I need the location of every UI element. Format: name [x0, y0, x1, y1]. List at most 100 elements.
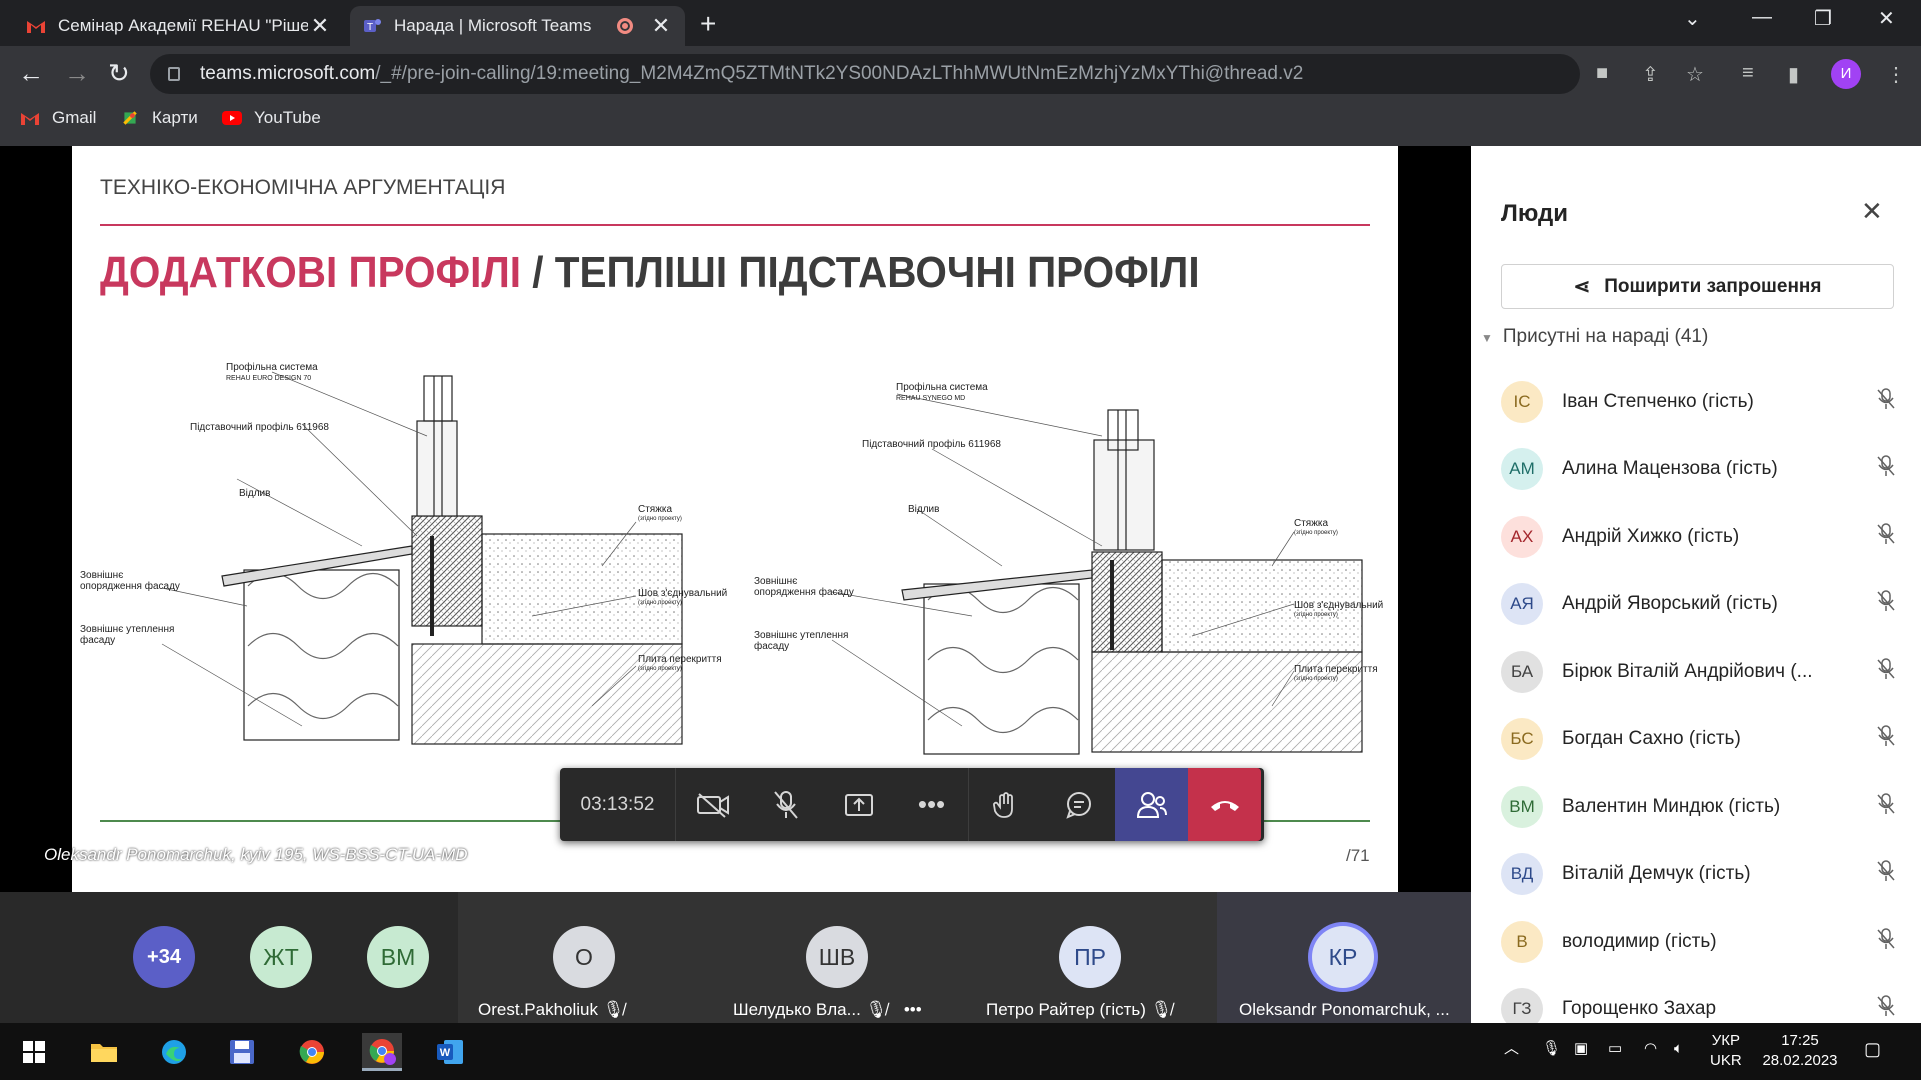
windows-taskbar: W ︿ 🎙︎ ▣ ▭ ◠ 🔈︎ УКР UKR 17:25 28.02.2023 ▢ — [0, 1023, 1921, 1080]
avatar[interactable]: ВМ — [367, 926, 429, 988]
tab-teams-meeting[interactable]: T Нарада | Microsoft Teams ✕ — [350, 6, 685, 46]
word-button[interactable]: W — [430, 1033, 470, 1071]
mic-off-button[interactable] — [749, 768, 822, 841]
start-button[interactable] — [14, 1033, 54, 1071]
label-profile-sub: REHAU EURO DESIGN 70 — [226, 375, 312, 382]
avatar: ПР — [1059, 926, 1121, 988]
chrome-button[interactable] — [292, 1033, 332, 1071]
mic-off-icon — [1871, 523, 1901, 551]
language-indicator[interactable]: УКР UKR — [1710, 1031, 1742, 1071]
mic-off-icon — [1871, 793, 1901, 821]
notifications-icon[interactable]: ▢ — [1864, 1039, 1881, 1059]
mic-off-icon — [1871, 658, 1901, 686]
list-item[interactable]: БС Богдан Сахно (гість) — [1501, 706, 1901, 774]
share-invite-label: Поширити запрошення — [1604, 275, 1822, 297]
label-screed: Стяжка — [1294, 518, 1329, 529]
list-item[interactable]: ВД Віталій Демчук (гість) — [1501, 841, 1901, 909]
list-item[interactable]: АМ Алина Мацензова (гість) — [1501, 436, 1901, 504]
edge-button[interactable] — [154, 1033, 194, 1071]
share-screen-button[interactable] — [822, 768, 895, 841]
people-button[interactable] — [1115, 768, 1188, 841]
save-app-button[interactable] — [222, 1033, 262, 1071]
panel-title: Люди — [1501, 200, 1569, 227]
camera-off-button[interactable] — [676, 768, 749, 841]
tab-rehau-seminar[interactable]: Семінар Академії REHAU "Рішен ✕ — [14, 6, 344, 46]
raise-hand-button[interactable] — [969, 768, 1042, 841]
profile-avatar[interactable]: И — [1831, 59, 1861, 89]
bookmark-youtube[interactable]: YouTube — [222, 108, 321, 128]
forward-icon[interactable]: → — [64, 58, 90, 89]
back-icon[interactable]: ← — [18, 58, 44, 89]
participant-tile[interactable]: О Orest.Pakholiuk 🎙︎̸ — [458, 892, 711, 1023]
clock[interactable]: 17:25 28.02.2023 — [1760, 1031, 1840, 1071]
avatar[interactable]: ЖТ — [250, 926, 312, 988]
list-item[interactable]: БА Бірюк Віталій Андрійович (... — [1501, 638, 1901, 706]
share-icon[interactable]: ⇪ — [1642, 62, 1659, 87]
avatar: В — [1501, 920, 1543, 963]
chrome-profile-button[interactable] — [362, 1033, 402, 1071]
list-item[interactable]: Вволодимир (гість) — [1501, 908, 1901, 976]
new-tab-icon[interactable]: + — [700, 8, 716, 40]
close-icon[interactable]: ✕ — [1861, 196, 1883, 227]
microphone-icon[interactable]: 🎙︎ — [1542, 1039, 1561, 1059]
chat-button[interactable] — [1042, 768, 1115, 841]
label-facade-insulation: Зовнішнє утеплення фасаду — [80, 624, 175, 646]
volume-icon[interactable]: 🔈︎ — [1674, 1039, 1683, 1059]
chevron-up-icon[interactable]: ︿ — [1504, 1039, 1519, 1059]
person-name: Бірюк Віталій Андрійович (... — [1562, 660, 1813, 682]
floppy-icon — [230, 1040, 254, 1064]
camera-in-use-icon[interactable]: ■ — [1596, 62, 1608, 85]
mic-off-icon — [1871, 455, 1901, 483]
participants-strip: +34 ЖТ ВМ О Orest.Pakholiuk 🎙︎̸ ШВ Шелуд… — [0, 892, 1471, 1023]
participant-tile-speaking[interactable]: КР Oleksandr Ponomarchuk, ... — [1217, 892, 1471, 1023]
file-explorer-button[interactable] — [84, 1033, 124, 1071]
list-item[interactable]: АХ Андрій Хижко (гість) — [1501, 503, 1901, 571]
label-screed: Стяжка — [638, 504, 673, 515]
close-tab-icon[interactable]: ✕ — [649, 13, 673, 39]
restore-icon[interactable]: ❐ — [1814, 6, 1832, 31]
share-invite-button[interactable]: ⋖ Поширити запрошення — [1501, 264, 1894, 309]
avatar: О — [553, 926, 615, 988]
browser-tab-bar: Семінар Академії REHAU "Рішен ✕ T Нарада… — [0, 0, 1921, 46]
list-item[interactable]: АЯ Андрій Яворський (гість) — [1501, 571, 1901, 639]
person-name: Горощенко Захар — [1562, 998, 1717, 1020]
chevron-down-icon: ▼ — [1481, 331, 1493, 345]
list-item[interactable]: ВМ Валентин Миндюк (гість) — [1501, 773, 1901, 841]
person-name: Андрій Яворський (гість) — [1562, 593, 1778, 615]
people-list: ІС Іван Степченко (гість) АМ Алина Мацензов… — [1501, 368, 1901, 1043]
presenter-label: Oleksandr Ponomarchuk, kyiv 195, WS-BSS-… — [44, 845, 468, 864]
more-icon[interactable]: ••• — [904, 1000, 922, 1019]
list-item[interactable]: ІС Іван Степченко (гість) — [1501, 368, 1901, 436]
hand-icon — [992, 791, 1013, 818]
avatar: БА — [1501, 650, 1543, 693]
bookmark-star-icon[interactable]: ☆ — [1686, 62, 1704, 87]
menu-icon[interactable]: ⋮ — [1886, 62, 1906, 87]
tab-search-icon[interactable]: ⌄ — [1684, 6, 1701, 31]
battery-icon[interactable]: ▭ — [1608, 1039, 1622, 1059]
avatar: ВМ — [1501, 785, 1543, 828]
minimize-icon[interactable]: — — [1752, 6, 1772, 29]
url-field[interactable]: teams.microsoft.com/_#/pre-join-calling/… — [150, 54, 1580, 94]
attendees-section-header[interactable]: ▼ Присутні на нараді (41) — [1481, 326, 1708, 348]
overflow-count[interactable]: +34 — [133, 926, 195, 988]
participant-tile[interactable]: ШВ Шелудько Вла... 🎙︎̸ ••• — [711, 892, 964, 1023]
avatar: ІС — [1501, 380, 1543, 423]
participant-tile[interactable]: ПР Петро Райтер (гість) 🎙︎̸ — [964, 892, 1217, 1023]
side-panel-icon[interactable]: ▮ — [1788, 62, 1799, 87]
more-actions-button[interactable]: ••• — [895, 768, 968, 841]
display-icon[interactable]: ▣ — [1574, 1039, 1588, 1059]
reload-icon[interactable]: ↻ — [108, 58, 130, 89]
media-icon[interactable]: ≡ — [1742, 62, 1754, 85]
hang-up-button[interactable] — [1188, 768, 1261, 841]
url-host: teams.microsoft.com — [200, 63, 376, 84]
overflow-avatars-tile[interactable]: +34 ЖТ ВМ — [0, 892, 458, 1023]
bookmark-maps[interactable]: Карти — [120, 108, 198, 128]
attendees-section-label: Присутні на нараді (41) — [1502, 326, 1709, 347]
chat-icon — [1065, 791, 1091, 819]
wifi-icon[interactable]: ◠ — [1644, 1039, 1657, 1059]
slide-page-number: /71 — [1346, 846, 1370, 865]
close-window-icon[interactable]: ✕ — [1878, 6, 1895, 31]
close-tab-icon[interactable]: ✕ — [308, 13, 332, 39]
label-note: (згідно проекту) — [1294, 530, 1338, 536]
bookmark-gmail[interactable]: Gmail — [20, 108, 96, 128]
